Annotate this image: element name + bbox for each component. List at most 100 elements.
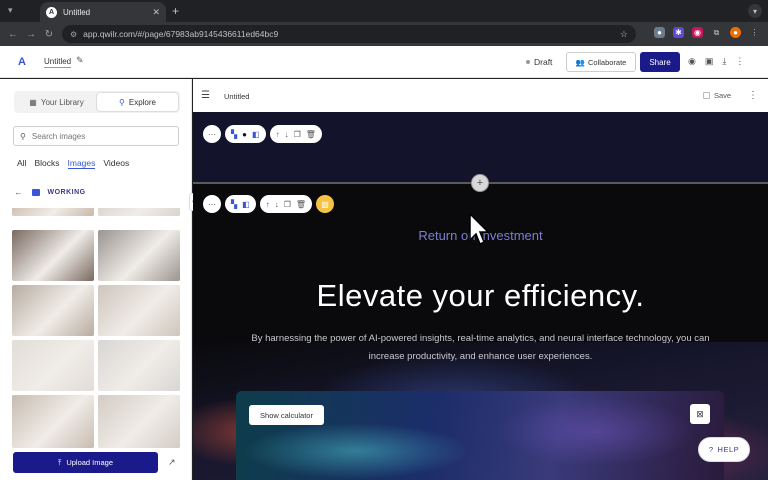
delete-icon[interactable]: 🗑 <box>296 200 306 209</box>
upload-label: Upload Image <box>66 458 114 467</box>
move-down-icon[interactable]: ↓ <box>285 130 289 139</box>
move-up-icon[interactable]: ↑ <box>266 200 270 209</box>
save-label: Save <box>714 91 732 100</box>
block-toolbar-2: ⋯ ▚ ◧ ↑ ↓ ❐ 🗑 ▧ <box>203 195 335 213</box>
image-thumbnail[interactable] <box>98 208 180 216</box>
image-thumbnail[interactable] <box>98 230 180 281</box>
address-bar[interactable]: ⚙ app.qwilr.com/#/page/67983ab9145436611… <box>62 25 636 43</box>
palette-icon[interactable]: ▚ <box>231 130 237 139</box>
reload-icon[interactable]: ↻ <box>40 29 58 40</box>
back-arrow-icon[interactable]: ← <box>14 187 24 197</box>
editor-bar: ☰ Untitled Save ⋮ <box>193 79 768 112</box>
app-header: A Untitled ✎ Draft 👥 Collaborate Share ◉… <box>0 46 768 78</box>
more-icon[interactable]: ⋮ <box>735 56 744 67</box>
upload-image-button[interactable]: ⤒ Upload Image <box>13 452 158 473</box>
filter-all[interactable]: All <box>17 158 26 169</box>
browser-toolbar: ← → ↻ ⚙ app.qwilr.com/#/page/67983ab9145… <box>0 22 768 46</box>
extensions-puzzle-icon[interactable]: ⧉ <box>711 27 722 38</box>
extension-icon-2[interactable]: ✱ <box>673 27 684 38</box>
qwilr-favicon-icon: A <box>46 6 57 18</box>
style-pill: ▚ ◧ <box>225 195 256 213</box>
doc-title[interactable]: Untitled <box>44 57 72 68</box>
share-button[interactable]: Share <box>640 52 680 72</box>
hide-image-icon[interactable]: ⊠ <box>690 404 710 424</box>
tab-search-icon[interactable]: ▾ <box>8 5 18 15</box>
image-thumbnail[interactable] <box>12 340 94 391</box>
collaborate-button[interactable]: 👥 Collaborate <box>566 52 636 72</box>
duplicate-icon[interactable]: ❐ <box>284 200 291 209</box>
tab-label: Your Library <box>40 97 84 107</box>
image-thumbnail[interactable] <box>12 208 94 216</box>
subtext[interactable]: By harnessing the power of AI-powered in… <box>238 330 723 366</box>
search-input[interactable] <box>31 131 162 141</box>
move-down-icon[interactable]: ↓ <box>275 200 279 209</box>
tab-your-library[interactable]: ▦ Your Library <box>16 93 97 111</box>
bookmark-star-icon[interactable]: ☆ <box>620 29 628 40</box>
block-toolbar-1: ⋯ ▚ ● ◧ ↑ ↓ ❐ 🗑 <box>203 125 322 143</box>
filter-images[interactable]: Images <box>67 158 96 169</box>
image-search: ⚲ <box>13 126 179 146</box>
browser-tab[interactable]: A Untitled ✕ <box>40 2 166 22</box>
save-checkbox-icon <box>703 92 710 99</box>
new-tab-button[interactable]: + <box>172 4 179 18</box>
url-text: app.qwilr.com/#/page/67983ab9145436611ed… <box>83 29 279 39</box>
image-thumbnail[interactable] <box>98 285 180 336</box>
folder-label: WORKING <box>47 188 86 196</box>
site-info-icon[interactable]: ⚙ <box>70 30 77 39</box>
media-sidebar: ▦ Your Library ⚲ Explore ⚲ All Blocks Im… <box>0 79 192 480</box>
extension-icon-1[interactable]: ● <box>654 27 665 38</box>
block-options-icon[interactable]: ⋯ <box>203 125 221 143</box>
settings-icon[interactable]: ▣ <box>705 56 714 67</box>
tab-menu-icon[interactable]: ▾ <box>748 4 762 18</box>
delete-icon[interactable]: 🗑 <box>306 130 316 139</box>
external-link-icon[interactable]: ↗ <box>168 457 176 468</box>
people-icon: 👥 <box>575 57 585 67</box>
image-picker-icon[interactable]: ▧ <box>316 195 335 213</box>
forward-icon[interactable]: → <box>22 29 40 40</box>
chrome-menu-icon[interactable]: ⋮ <box>749 27 760 38</box>
move-pill: ↑ ↓ ❐ 🗑 <box>269 125 322 143</box>
editor-more-icon[interactable]: ⋮ <box>748 90 758 101</box>
status-label: Draft <box>534 57 553 67</box>
add-block-button[interactable]: + <box>471 174 489 192</box>
image-thumbnail[interactable] <box>98 395 180 448</box>
upload-icon: ⤒ <box>57 457 62 467</box>
top-block[interactable] <box>193 112 768 182</box>
image-thumbnail[interactable] <box>12 395 94 448</box>
header-actions: ◉ ▣ ⤓ ⋮ <box>688 56 744 67</box>
preview-eye-icon[interactable]: ◉ <box>688 56 696 67</box>
extension-icon-3[interactable]: ◉ <box>692 27 703 38</box>
qwilr-logo-icon[interactable]: A <box>18 56 30 68</box>
profile-avatar-icon[interactable]: ● <box>730 27 741 38</box>
help-label: HELP <box>717 445 740 454</box>
menu-hamburger-icon[interactable]: ☰ <box>201 90 210 101</box>
search-icon: ⚲ <box>20 131 26 141</box>
move-up-icon[interactable]: ↑ <box>276 130 280 139</box>
download-icon[interactable]: ⤓ <box>722 56 726 67</box>
search-icon: ⚲ <box>119 97 125 107</box>
style-pill: ▚ ● ◧ <box>225 125 266 143</box>
back-icon[interactable]: ← <box>4 29 22 40</box>
duplicate-icon[interactable]: ❐ <box>294 130 301 139</box>
palette-icon[interactable]: ▚ <box>231 200 237 209</box>
image-thumbnail[interactable] <box>12 285 94 336</box>
block-options-icon[interactable]: ⋯ <box>203 195 221 213</box>
edit-pencil-icon[interactable]: ✎ <box>76 55 84 66</box>
draft-status: Draft <box>526 57 552 67</box>
image-thumbnail[interactable] <box>12 230 94 281</box>
show-calculator-button[interactable]: Show calculator <box>249 405 324 425</box>
image-grid <box>12 208 180 448</box>
color-swatch-icon[interactable]: ● <box>242 130 247 139</box>
mouse-cursor-icon <box>469 212 490 246</box>
filter-videos[interactable]: Videos <box>103 158 129 169</box>
help-button[interactable]: ? HELP <box>698 437 750 462</box>
tab-explore[interactable]: ⚲ Explore <box>97 93 178 111</box>
image-thumbnail[interactable] <box>98 340 180 391</box>
save-toggle[interactable]: Save <box>703 91 731 100</box>
layers-icon[interactable]: ◧ <box>252 130 260 139</box>
layers-icon[interactable]: ◧ <box>242 200 250 209</box>
tab-close-icon[interactable]: ✕ <box>152 7 160 18</box>
headline[interactable]: Elevate your efficiency. <box>193 278 768 314</box>
filter-blocks[interactable]: Blocks <box>34 158 59 169</box>
tab-label: Explore <box>128 97 156 107</box>
